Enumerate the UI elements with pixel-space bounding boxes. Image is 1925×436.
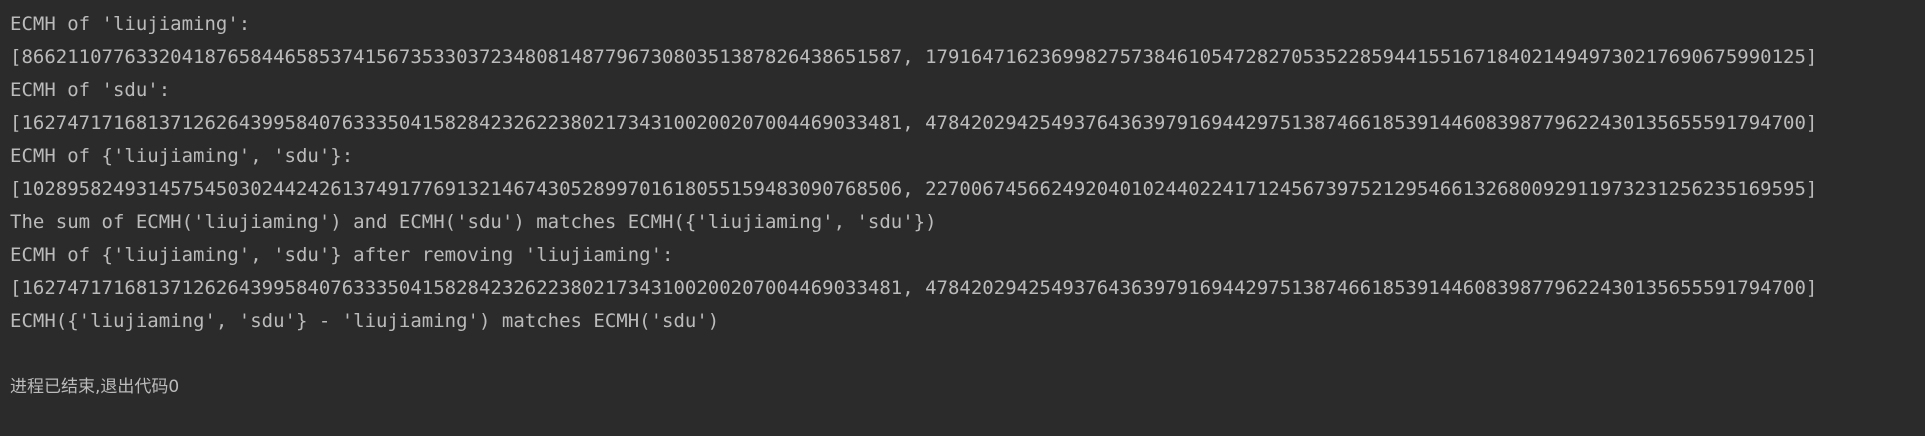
output-line: ECMH of 'liujiaming':	[10, 13, 251, 35]
output-line: The sum of ECMH('liujiaming') and ECMH('…	[10, 211, 937, 233]
output-line: [162747171681371262643995840763335041582…	[10, 112, 1818, 134]
process-exit-message: 进程已结束,退出代码0	[10, 377, 180, 397]
output-line: ECMH({'liujiaming', 'sdu'} - 'liujiaming…	[10, 310, 720, 332]
output-line: [162747171681371262643995840763335041582…	[10, 277, 1818, 299]
output-line: [102895824931457545030244242613749177691…	[10, 178, 1818, 200]
output-line: ECMH of {'liujiaming', 'sdu'} after remo…	[10, 244, 674, 266]
console-output[interactable]: ECMH of 'liujiaming': [86621107763320418…	[0, 0, 1925, 436]
output-line: ECMH of {'liujiaming', 'sdu'}:	[10, 145, 354, 167]
output-line: [866211077633204187658446585374156735330…	[10, 46, 1818, 68]
output-line: ECMH of 'sdu':	[10, 79, 171, 101]
